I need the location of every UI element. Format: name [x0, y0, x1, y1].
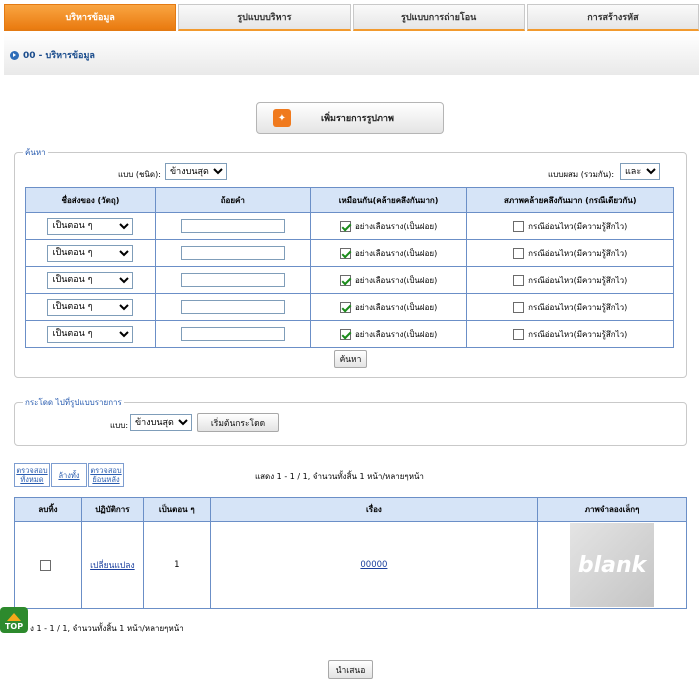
- case-label: กรณีอ่อนไหว(มีความรู้สึกไว): [528, 221, 628, 231]
- add-image-label: เพิ่มรายการรูปภาพ: [321, 114, 394, 124]
- search-criteria-row: เป็นตอน ๆ อย่างเลือนราง(เป็นฝอย) กรณีอ่อ…: [25, 266, 674, 294]
- field-select[interactable]: เป็นตอน ๆ: [47, 244, 134, 262]
- back-to-top-button[interactable]: TOP: [0, 607, 28, 633]
- jump-legend: กระโดด ไปที่รูปแบบรายการ: [25, 398, 122, 407]
- case-checkbox[interactable]: [513, 301, 525, 313]
- clear-all-button[interactable]: ล้างทั้ง: [51, 463, 87, 487]
- search-mode-label: แบบ (ชนิด):: [118, 170, 161, 179]
- header-keyword: ถ้อยคำ: [154, 187, 311, 213]
- case-checkbox[interactable]: [513, 328, 525, 340]
- header-field: ชื่อส่งของ (วัตถุ): [25, 187, 156, 213]
- breadcrumb: 00 - บริหารข้อมูล: [10, 48, 95, 62]
- search-criteria-table: ชื่อส่งของ (วัตถุ) ถ้อยคำ เหมือนกัน(คล้า…: [25, 187, 674, 348]
- case-label: กรณีอ่อนไหว(มีความรู้สึกไว): [528, 329, 628, 339]
- header-title: เรื่อง: [209, 497, 539, 522]
- table-row: เปลี่ยนแปลง 1 00000 blank: [14, 521, 687, 609]
- case-label: กรณีอ่อนไหว(มีความรู้สึกไว): [528, 248, 628, 258]
- keyword-input[interactable]: [180, 246, 285, 260]
- breadcrumb-label: 00 - บริหารข้อมูล: [23, 51, 95, 61]
- similar-label: อย่างเลือนราง(เป็นฝอย): [354, 329, 438, 339]
- jump-mode-label: แบบ:: [110, 421, 129, 430]
- keyword-input[interactable]: [180, 219, 285, 233]
- main-tabs: บริหารข้อมูล รูปแบบบริหาร รูปแบบการถ่ายโ…: [4, 4, 699, 31]
- check-reverse-button[interactable]: ตรวจสอบย้อนหลัง: [88, 463, 124, 487]
- similar-label: อย่างเลือนราง(เป็นฝอย): [354, 248, 438, 258]
- breadcrumb-bar: 00 - บริหารข้อมูล: [4, 33, 699, 75]
- header-thumbnail: ภาพจำลองเล็กๆ: [537, 497, 687, 522]
- up-arrow-icon: [7, 613, 21, 621]
- check-all-button[interactable]: ตรวจสอบทั้งหมด: [14, 463, 50, 487]
- field-select[interactable]: เป็นตอน ๆ: [47, 298, 134, 316]
- field-select[interactable]: เป็นตอน ๆ: [47, 325, 134, 343]
- search-criteria-row: เป็นตอน ๆ อย่างเลือนราง(เป็นฝอย) กรณีอ่อ…: [25, 293, 674, 321]
- field-select[interactable]: เป็นตอน ๆ: [47, 217, 134, 235]
- results-header-row: ลบทิ้ง ปฏิบัติการ เป็นตอน ๆ เรื่อง ภาพจำ…: [14, 497, 687, 522]
- similar-checkbox[interactable]: [339, 328, 351, 340]
- case-checkbox[interactable]: [513, 247, 525, 259]
- keyword-input[interactable]: [180, 273, 285, 287]
- add-image-button[interactable]: ✦ เพิ่มรายการรูปภาพ: [256, 102, 444, 134]
- seq-value: 1: [142, 521, 211, 609]
- jump-start-button[interactable]: เริ่มต้นกระโดด: [197, 413, 279, 432]
- tab-transfer-format[interactable]: รูปแบบการถ่ายโอน: [352, 4, 525, 31]
- search-criteria-header-row: ชื่อส่งของ (วัตถุ) ถ้อยคำ เหมือนกัน(คล้า…: [25, 187, 674, 213]
- keyword-input[interactable]: [180, 300, 285, 314]
- field-select[interactable]: เป็นตอน ๆ: [47, 271, 134, 289]
- search-button[interactable]: ค้นหา: [334, 350, 367, 368]
- title-link[interactable]: 00000: [360, 560, 387, 570]
- search-mode-select[interactable]: ข้างบนสุด: [165, 163, 227, 180]
- similar-checkbox[interactable]: [339, 247, 351, 259]
- search-criteria-row: เป็นตอน ๆ อย่างเลือนราง(เป็นฝอย) กรณีอ่อ…: [25, 239, 674, 267]
- results-table: ลบทิ้ง ปฏิบัติการ เป็นตอน ๆ เรื่อง ภาพจำ…: [14, 497, 687, 609]
- submit-button[interactable]: นำเสนอ: [328, 660, 373, 679]
- add-image-icon: ✦: [273, 109, 291, 127]
- edit-link[interactable]: เปลี่ยนแปลง: [90, 561, 135, 571]
- arrow-circle-icon: [10, 50, 19, 60]
- search-legend: ค้นหา: [25, 148, 46, 157]
- header-similar: เหมือนกัน(คล้ายคลึงกันมาก): [309, 187, 468, 213]
- header-delete: ลบทิ้ง: [14, 497, 82, 522]
- case-label: กรณีอ่อนไหว(มีความรู้สึกไว): [528, 275, 628, 285]
- back-to-top-label: TOP: [4, 622, 24, 631]
- similar-label: อย่างเลือนราง(เป็นฝอย): [354, 275, 438, 285]
- tab-management-format[interactable]: รูปแบบบริหาร: [178, 4, 351, 31]
- delete-checkbox[interactable]: [40, 559, 52, 571]
- search-combine-label: แบบผสม (รวมกัน):: [548, 170, 615, 179]
- similar-label: อย่างเลือนราง(เป็นฝอย): [354, 221, 438, 231]
- tab-data-management[interactable]: บริหารข้อมูล: [4, 4, 177, 31]
- pager-top: แสดง 1 - 1 / 1, จำนวนทั้งสิ้น 1 หน้า/หลา…: [255, 472, 424, 481]
- case-checkbox[interactable]: [513, 274, 525, 286]
- pager-bottom: ง 1 - 1 / 1, จำนวนทั้งสิ้น 1 หน้า/หลายๆห…: [30, 624, 184, 633]
- header-seq: เป็นตอน ๆ: [142, 497, 211, 522]
- similar-label: อย่างเลือนราง(เป็นฝอย): [354, 302, 438, 312]
- header-case: สภาพคล้ายคลึงกันมาก (กรณีเดียวกัน): [466, 187, 674, 213]
- header-action: ปฏิบัติการ: [80, 497, 144, 522]
- similar-checkbox[interactable]: [339, 274, 351, 286]
- search-combine-select[interactable]: และ: [620, 163, 660, 180]
- jump-mode-select[interactable]: ข้างบนสุด: [130, 414, 192, 431]
- search-criteria-row: เป็นตอน ๆ อย่างเลือนราง(เป็นฝอย) กรณีอ่อ…: [25, 212, 674, 240]
- blank-thumbnail[interactable]: blank: [570, 523, 655, 607]
- keyword-input[interactable]: [180, 327, 285, 341]
- similar-checkbox[interactable]: [339, 301, 351, 313]
- tab-code-generation[interactable]: การสร้างรหัส: [526, 4, 699, 31]
- similar-checkbox[interactable]: [339, 220, 351, 232]
- case-label: กรณีอ่อนไหว(มีความรู้สึกไว): [528, 302, 628, 312]
- search-criteria-row: เป็นตอน ๆ อย่างเลือนราง(เป็นฝอย) กรณีอ่อ…: [25, 320, 674, 348]
- case-checkbox[interactable]: [513, 220, 525, 232]
